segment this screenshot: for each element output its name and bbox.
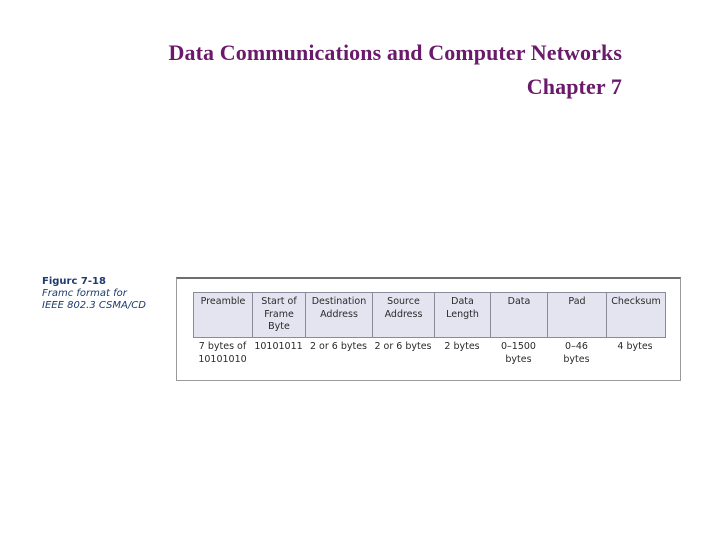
figure-description-line2: IEEE 802.3 CSMA/CD [42,300,146,311]
field-start-of-frame: Start of Frame Byte [253,293,306,337]
size-destination-address: 2 or 6 bytes [309,341,368,352]
field-destination-address: Destination Address [306,293,373,337]
size-preamble: 7 bytes of 10101010 [198,341,247,365]
size-start-of-frame: 10101011 [254,341,303,352]
slide-title: Data Communications and Computer Network… [168,40,622,65]
field-data-length: Data Length [435,293,491,337]
field-sizes-row: 7 bytes of 10101010 10101011 2 or 6 byte… [193,341,664,366]
size-data: 0–1500 bytes [501,341,536,365]
field-preamble: Preamble [194,293,253,337]
size-data-length: 2 bytes [444,341,480,352]
size-checksum: 4 bytes [617,341,653,352]
size-pad: 0–46 bytes [563,341,590,365]
size-source-address: 2 or 6 bytes [374,341,432,352]
slide-subtitle: Chapter 7 [526,74,622,99]
field-data: Data [491,293,548,337]
frame-format-diagram: Preamble Start of Frame Byte Destination… [193,292,666,338]
figure-caption: Figurc 7-18 Framc format for IEEE 802.3 … [42,276,146,312]
figure-number: Figurc 7-18 [42,276,106,287]
field-checksum: Checksum [607,293,665,337]
figure-description-line1: Framc format for [42,288,127,299]
field-source-address: Source Address [373,293,435,337]
field-pad: Pad [548,293,607,337]
